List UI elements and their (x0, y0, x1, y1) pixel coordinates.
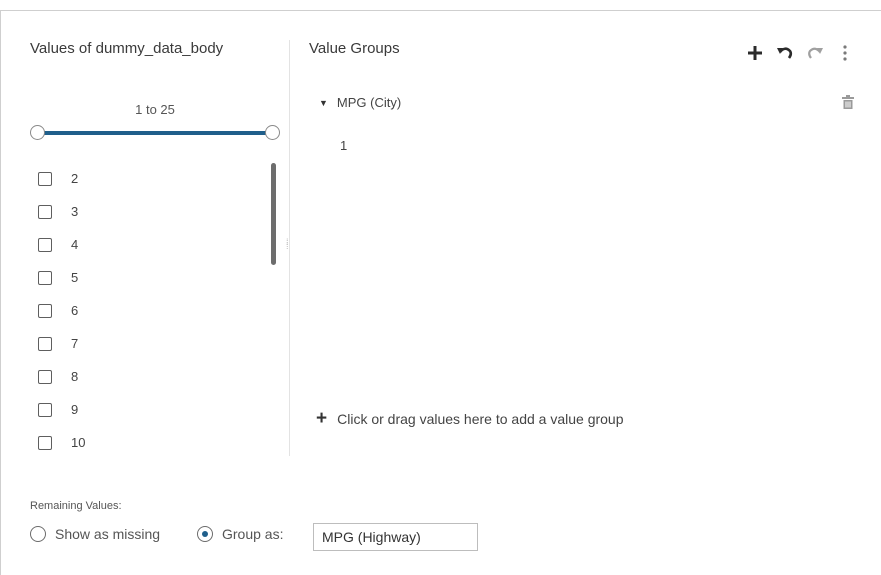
list-item[interactable]: 2 (38, 162, 270, 195)
range-slider-min-handle[interactable] (30, 125, 45, 140)
redo-icon[interactable] (800, 42, 830, 64)
plus-icon[interactable] (740, 42, 770, 64)
value-label: 5 (71, 270, 79, 285)
value-group-name: MPG (City) (336, 95, 402, 110)
list-item[interactable]: 4 (38, 228, 270, 261)
value-label: 8 (71, 369, 79, 384)
range-slider-max-handle[interactable] (265, 125, 280, 140)
value-checkbox[interactable] (38, 204, 52, 219)
add-group-hint: Click or drag values here to add a value… (337, 411, 624, 427)
list-item[interactable]: 9 (38, 393, 270, 426)
values-list: 2 3 4 5 6 7 8 9 10 (38, 162, 270, 459)
value-label: 3 (71, 204, 79, 219)
list-item[interactable]: 3 (38, 195, 270, 228)
values-panel-title: Values of dummy_data_body (30, 40, 224, 57)
show-missing-option[interactable]: Show as missing (30, 526, 160, 542)
caret-down-icon[interactable]: ▼ (319, 98, 328, 108)
group-as-label: Group as: (222, 526, 284, 542)
value-checkbox[interactable] (38, 237, 52, 252)
range-slider-track[interactable] (38, 131, 272, 135)
list-item[interactable]: 10 (38, 426, 270, 459)
list-item[interactable]: 5 (38, 261, 270, 294)
group-as-radio[interactable] (197, 526, 213, 542)
value-checkbox[interactable] (38, 336, 52, 351)
vertical-dots-icon[interactable] (830, 42, 860, 64)
value-groups-toolbar (740, 42, 860, 64)
panel-divider (289, 40, 290, 456)
value-checkbox[interactable] (38, 171, 52, 186)
show-missing-label: Show as missing (55, 526, 161, 542)
value-groups-title: Value Groups (309, 40, 400, 57)
values-list-scrollbar[interactable] (271, 163, 276, 265)
remaining-values-label: Remaining Values: (30, 500, 122, 512)
value-label: 9 (71, 402, 79, 417)
group-as-option[interactable]: Group as: (197, 526, 283, 542)
range-label: 1 to 25 (135, 102, 175, 117)
value-label: 6 (71, 303, 79, 318)
value-checkbox[interactable] (38, 402, 52, 417)
list-item[interactable]: 7 (38, 327, 270, 360)
value-label: 2 (71, 171, 79, 186)
value-checkbox[interactable] (38, 270, 52, 285)
add-value-group-dropzone[interactable]: + Click or drag values here to add a val… (316, 408, 624, 429)
group-as-input[interactable] (313, 523, 478, 551)
splitter-grip-icon[interactable]: ⁞ ⁞ (286, 238, 288, 251)
value-checkbox[interactable] (38, 369, 52, 384)
undo-icon[interactable] (770, 42, 800, 64)
value-label: 4 (71, 237, 79, 252)
trash-icon[interactable] (842, 95, 854, 114)
plus-icon: + (316, 408, 328, 429)
show-missing-radio[interactable] (30, 526, 46, 542)
value-group-header[interactable]: ▼ MPG (City) (319, 95, 401, 110)
value-checkbox[interactable] (38, 435, 52, 450)
list-item[interactable]: 8 (38, 360, 270, 393)
group-member-value[interactable]: 1 (340, 138, 347, 153)
value-label: 10 (71, 435, 86, 450)
list-item[interactable]: 6 (38, 294, 270, 327)
value-checkbox[interactable] (38, 303, 52, 318)
value-label: 7 (71, 336, 79, 351)
